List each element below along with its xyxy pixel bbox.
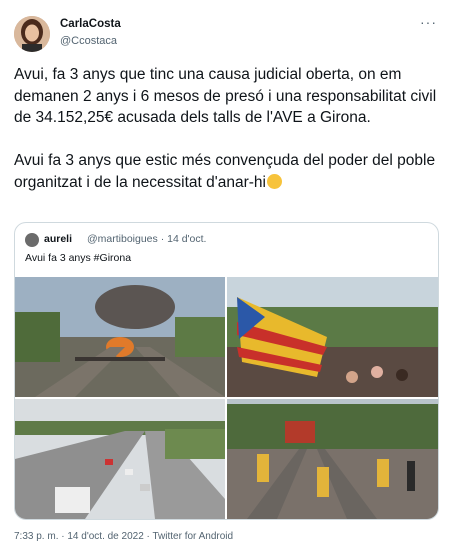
more-icon[interactable]: ···: [420, 14, 437, 30]
quoted-text: Avui fa 3 anys #Girona: [25, 252, 132, 264]
quoted-author-meta: @martiboigues · 14 d'oct.: [87, 233, 207, 245]
author-handle[interactable]: @Ccostaca: [60, 35, 117, 47]
photo-tracks-protest: [227, 399, 438, 519]
quoted-tweet[interactable]: aureli @martiboigues · 14 d'oct. Avui fa…: [14, 222, 439, 520]
tweet-timestamp[interactable]: 7:33 p. m. · 14 d'oct. de 2022 · Twitter…: [14, 531, 233, 542]
tweet: CarlaCosta @Ccostaca ··· Avui, fa 3 anys…: [0, 0, 451, 554]
photo-grid: [15, 277, 438, 519]
tweet-text: Avui, fa 3 anys que tinc una causa judic…: [14, 64, 439, 193]
photo-3[interactable]: [15, 399, 225, 519]
avatar[interactable]: [14, 16, 50, 52]
tweet-paragraph-1: Avui, fa 3 anys que tinc una causa judic…: [14, 66, 437, 126]
photo-2[interactable]: [227, 277, 438, 397]
tweet-paragraph-2: Avui fa 3 anys que estic més convençuda …: [14, 152, 436, 191]
photo-highway: [15, 399, 225, 519]
raised-fist-emoji-icon: [266, 173, 282, 189]
author-name[interactable]: CarlaCosta: [60, 18, 121, 30]
quoted-author-name: aureli: [44, 233, 73, 245]
avatar-photo: [14, 16, 50, 52]
photo-1[interactable]: [15, 277, 225, 397]
photo-4[interactable]: [227, 399, 438, 519]
quoted-avatar[interactable]: [25, 233, 39, 247]
photo-crowd-flag: [227, 277, 438, 397]
photo-tracks-fire: [15, 277, 225, 397]
